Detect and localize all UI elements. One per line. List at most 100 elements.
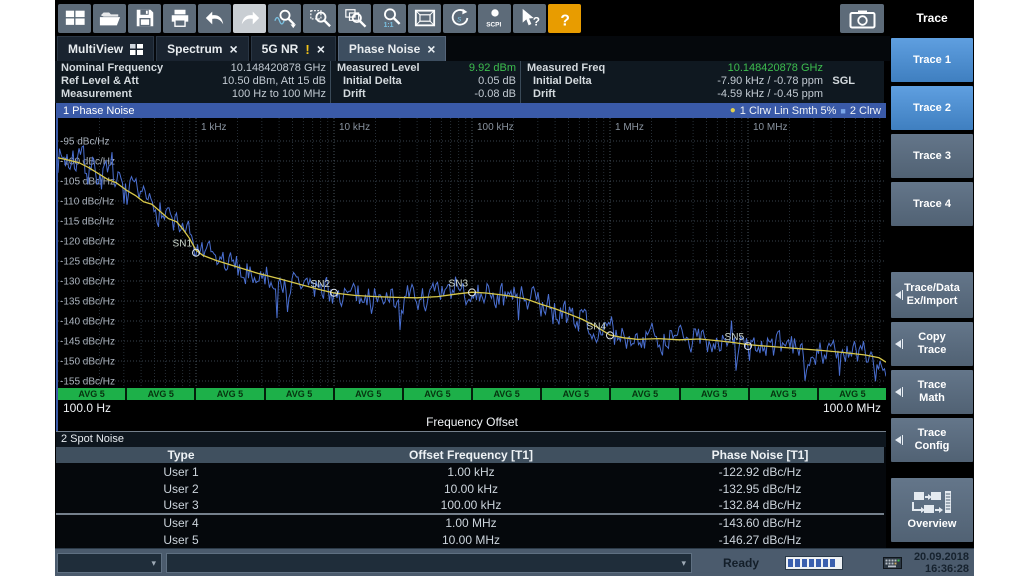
softkey-trace-config[interactable]: TraceConfig (891, 418, 973, 462)
softkey-label: Trace 4 (913, 198, 951, 211)
info-row: Measurement 100 Hz to 100 MHz (61, 88, 326, 101)
info-row: Measured Level9.92 dBm (337, 62, 516, 75)
progress-segment (788, 559, 793, 567)
single-sweep-icon: s (448, 7, 472, 29)
softkey-trace-3[interactable]: Trace 3 (891, 134, 973, 178)
softkey-trace-data-ex-import[interactable]: Trace/DataEx/Import (891, 272, 973, 318)
display-window-button[interactable] (408, 4, 441, 33)
svg-text:?: ? (560, 12, 570, 29)
avg-count-segment: AVG 5 (750, 388, 819, 400)
save-button[interactable] (128, 4, 161, 33)
spot-noise-column-header: Offset Frequency [T1] (306, 447, 636, 463)
avg-count-segment: AVG 5 (819, 388, 886, 400)
close-icon[interactable]: × (229, 42, 237, 56)
softkey-overview[interactable]: Overview (891, 478, 973, 542)
svg-text:-145 dBc/Hz: -145 dBc/Hz (60, 337, 115, 348)
table-row[interactable]: User 510.00 MHz-146.27 dBc/Hz (56, 531, 884, 548)
info-label: Ref Level & Att (61, 75, 139, 88)
table-row[interactable]: User 210.00 kHz-132.95 dBc/Hz (56, 480, 884, 497)
zoom-trace-button[interactable] (268, 4, 301, 33)
softkey-sidebar: Trace Trace 1Trace 2 Trace 3 Trace 4 Trace/… (890, 0, 974, 548)
avg-count-segment: AVG 5 (58, 388, 127, 400)
screenshot-camera-icon (848, 7, 877, 31)
avg-count-segment: AVG 5 (335, 388, 404, 400)
spot-noise-body: User 11.00 kHz-122.92 dBc/HzUser 210.00 … (56, 463, 884, 548)
info-value: 10.50 dBm, Att 15 dB (222, 75, 326, 88)
svg-text:-110 dBc/Hz: -110 dBc/Hz (60, 197, 114, 208)
softkey-label: Trace 3 (913, 150, 951, 163)
zoom-area-button[interactable] (303, 4, 336, 33)
info-value: 9.92 dBm (469, 62, 516, 75)
svg-text:-140 dBc/Hz: -140 dBc/Hz (60, 317, 115, 328)
softkey-label: Overview (908, 518, 957, 531)
svg-text:1 MHz: 1 MHz (615, 122, 644, 133)
table-row[interactable]: User 41.00 MHz-143.60 dBc/Hz (56, 514, 884, 531)
warning-icon: ! (305, 42, 309, 57)
instrument-app: 1:1sSCPI?? MultiViewSpectrum×5G NR!×Phas… (55, 0, 974, 576)
table-row[interactable]: User 11.00 kHz-122.92 dBc/Hz (56, 463, 884, 480)
x-start-label: 100.0 Hz (63, 401, 111, 415)
softkey-label: Trace/DataEx/Import (904, 282, 960, 308)
undo-button[interactable] (198, 4, 231, 33)
table-row[interactable]: User 3100.00 kHz-132.84 dBc/Hz (56, 497, 884, 514)
zoom-trace-icon (273, 7, 297, 29)
trace2-legend-label: 2 Clrw (850, 105, 881, 117)
svg-text:-135 dBc/Hz: -135 dBc/Hz (60, 297, 115, 308)
status-dropdown-main[interactable]: ▾ (166, 553, 692, 573)
tab-5g-nr[interactable]: 5G NR!× (251, 36, 336, 61)
tab-phase-noise[interactable]: Phase Noise × (338, 36, 447, 61)
tab-spectrum[interactable]: Spectrum × (156, 36, 249, 61)
context-help-button[interactable]: ? (513, 4, 546, 33)
close-icon[interactable]: × (427, 42, 435, 56)
table-cell: -132.84 dBc/Hz (636, 497, 884, 514)
info-column-1: Nominal Frequency10.148420878 GHzRef Lev… (55, 61, 331, 103)
svg-text:1:1: 1:1 (383, 22, 393, 29)
svg-text:-115 dBc/Hz: -115 dBc/Hz (60, 217, 114, 228)
redo-button[interactable] (233, 4, 266, 33)
tab-multiview[interactable]: MultiView (57, 36, 154, 61)
svg-text:100 kHz: 100 kHz (477, 122, 514, 133)
svg-text:-95 dBc/Hz: -95 dBc/Hz (60, 137, 109, 148)
keyboard-icon[interactable] (883, 555, 902, 576)
softkey-trace-1[interactable]: Trace 1 (891, 38, 973, 82)
phase-noise-chart[interactable]: 1 kHz10 kHz100 kHz1 MHz10 MHz-95 dBc/Hz-… (58, 118, 886, 388)
softkey-trace-4[interactable]: Trace 4 (891, 182, 973, 226)
svg-text:1 kHz: 1 kHz (201, 122, 227, 133)
x-axis-range: 100.0 Hz 100.0 MHz (58, 400, 886, 415)
info-value: 100 Hz to 100 MHz (232, 88, 326, 101)
windows-logo-button[interactable] (58, 4, 91, 33)
softkey-menu-title: Trace (890, 0, 974, 36)
camera-button[interactable] (840, 4, 884, 33)
table-cell: -146.27 dBc/Hz (636, 531, 884, 548)
tab-label: Spectrum (167, 42, 222, 56)
svg-text:SCPI: SCPI (486, 21, 501, 28)
avg-count-segment: AVG 5 (196, 388, 265, 400)
print-button[interactable] (163, 4, 196, 33)
trace-legend: ● 1 Clrw Lin Smth 5% ■ 2 Clrw (730, 105, 881, 117)
info-label: Measurement (61, 88, 132, 101)
single-sweep-button[interactable]: s (443, 4, 476, 33)
info-row: Drift-4.59 kHz / -0.45 ppm (527, 88, 879, 101)
zoom-1to1-button[interactable]: 1:1 (373, 4, 406, 33)
overview-icon (912, 490, 952, 516)
zoom-1to1-icon: 1:1 (378, 7, 402, 29)
svg-text:?: ? (532, 14, 539, 28)
softkey-trace-math[interactable]: TraceMath (891, 370, 973, 414)
close-icon[interactable]: × (317, 42, 325, 56)
single-sweep-flag: SGL (832, 75, 855, 87)
open-folder-button[interactable] (93, 4, 126, 33)
status-dropdown-left[interactable]: ▾ (57, 553, 162, 573)
scpi-remote-button[interactable]: SCPI (478, 4, 511, 33)
svg-text:SN5: SN5 (725, 332, 745, 343)
softkey-copy-trace[interactable]: CopyTrace (891, 322, 973, 366)
zoom-multi-button[interactable] (338, 4, 371, 33)
table-cell: 1.00 kHz (306, 463, 636, 480)
softkey-label: TraceMath (918, 379, 947, 405)
tab-label: Phase Noise (349, 42, 420, 56)
help-button[interactable]: ? (548, 4, 581, 33)
x-stop-label: 100.0 MHz (823, 401, 881, 415)
spot-noise-title: 2 Spot Noise (56, 432, 886, 447)
spot-noise-header: TypeOffset Frequency [T1]Phase Noise [T1… (56, 447, 884, 463)
softkey-trace-2[interactable]: Trace 2 (891, 86, 973, 130)
svg-text:-130 dBc/Hz: -130 dBc/Hz (60, 277, 115, 288)
